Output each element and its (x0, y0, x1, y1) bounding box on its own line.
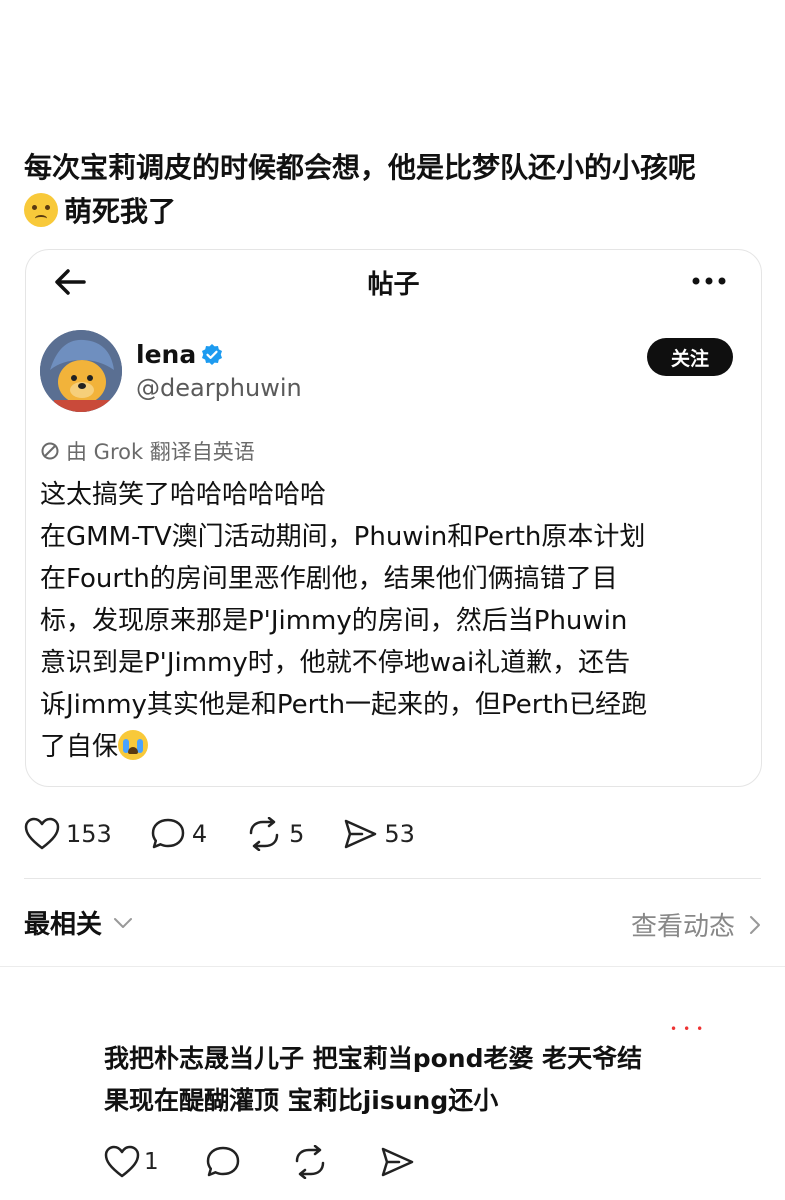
tweet-line-last: 了自保 (40, 726, 752, 768)
translate-icon (41, 442, 59, 460)
chevron-right-icon (750, 915, 760, 934)
post-text-line-1: 每次宝莉调皮的时候都会想，他是比梦队还小的小孩呢 (24, 151, 697, 184)
avatar[interactable] (40, 330, 122, 412)
reply-actions: 1 (104, 1140, 465, 1184)
post-text-line-2-text: 萌死我了 (64, 195, 177, 228)
reply-repost-button[interactable] (291, 1145, 333, 1179)
verified-badge-icon (202, 344, 222, 365)
repost-count: 5 (289, 820, 305, 848)
tweet-line: 诉Jimmy其实他是和Perth一起来的，但Perth已经跑 (40, 690, 648, 720)
tweet-body: 这太搞笑了哈哈哈哈哈哈 在GMM-TV澳门活动期间，Phuwin和Perth原本… (40, 474, 752, 768)
quoted-post-card[interactable]: 帖子 lena @dearphuwin 关注 由 Grok 翻译自英语 这太搞笑… (25, 249, 762, 787)
user-handle[interactable]: @dearphuwin (136, 374, 302, 402)
tweet-line: 意识到是P'Jimmy时，他就不停地wai礼道歉，还告 (40, 648, 631, 678)
view-activity-link[interactable]: 查看动态 (631, 906, 761, 943)
share-count: 53 (384, 820, 415, 848)
reply-line-2: 果现在醍醐灌顶 宝莉比jisung还小 (104, 1086, 499, 1115)
post-text: 每次宝莉调皮的时候都会想，他是比梦队还小的小孩呢 萌死我了 (24, 146, 764, 234)
repost-icon (295, 1145, 324, 1179)
chevron-down-icon (114, 917, 133, 928)
decorative-dots: ••• (670, 1022, 710, 1036)
divider (24, 878, 761, 879)
comment-count: 4 (191, 820, 208, 848)
translation-note[interactable]: 由 Grok 翻译自英语 (40, 436, 255, 466)
like-count: 153 (66, 820, 112, 848)
post-text-line-2: 萌死我了 (24, 190, 764, 234)
tweet-line: 这太搞笑了哈哈哈哈哈哈 (40, 480, 327, 510)
send-icon (345, 819, 377, 849)
tweet-line: 在Fourth的房间里恶作剧他，结果他们俩搞错了目 (40, 564, 618, 594)
heart-icon (104, 1145, 140, 1178)
repost-button[interactable]: 5 (245, 817, 304, 851)
teary-face-emoji-icon (24, 193, 58, 227)
reply-text: 我把朴志晟当儿子 把宝莉当pond老婆 老天爷结 果现在醍醐灌顶 宝莉比jisu… (104, 1038, 764, 1122)
view-activity-label: 查看动态 (630, 912, 735, 942)
tweet-line-last-text: 了自保 (40, 732, 119, 762)
reply-like-count: 1 (144, 1149, 159, 1175)
reply-share-button[interactable] (379, 1145, 419, 1179)
tweet-line: 在GMM-TV澳门活动期间，Phuwin和Perth原本计划 (40, 522, 646, 552)
reply-line-1: 我把朴志晟当儿子 把宝莉当pond老婆 老天爷结 (104, 1044, 643, 1073)
post-stats: 153 4 5 53 (24, 812, 453, 856)
comment-bubble-icon (206, 1146, 239, 1177)
divider (0, 966, 785, 967)
repost-icon (249, 817, 279, 851)
card-title: 帖子 (367, 270, 420, 300)
reply-like-button[interactable]: 1 (104, 1145, 159, 1179)
tweet-line: 标，发现原来那是P'Jimmy的房间，然后当Phuwin (40, 606, 628, 636)
comment-button[interactable]: 4 (150, 817, 207, 851)
pooh-avatar-icon (40, 330, 122, 412)
sobbing-face-emoji-icon (118, 730, 149, 760)
send-icon (381, 1147, 413, 1177)
translation-note-text: 由 Grok 翻译自英语 (66, 440, 255, 464)
comment-bubble-icon (151, 818, 185, 849)
more-options-icon[interactable] (691, 276, 727, 286)
like-button[interactable]: 153 (24, 817, 112, 851)
share-button[interactable]: 53 (342, 817, 415, 851)
user-name[interactable]: lena (136, 340, 196, 369)
follow-button[interactable]: 关注 (647, 338, 733, 376)
heart-icon (24, 817, 60, 850)
sort-dropdown[interactable]: 最相关 (24, 904, 134, 941)
sort-label: 最相关 (24, 910, 103, 940)
reply-comment-button[interactable] (205, 1145, 245, 1179)
